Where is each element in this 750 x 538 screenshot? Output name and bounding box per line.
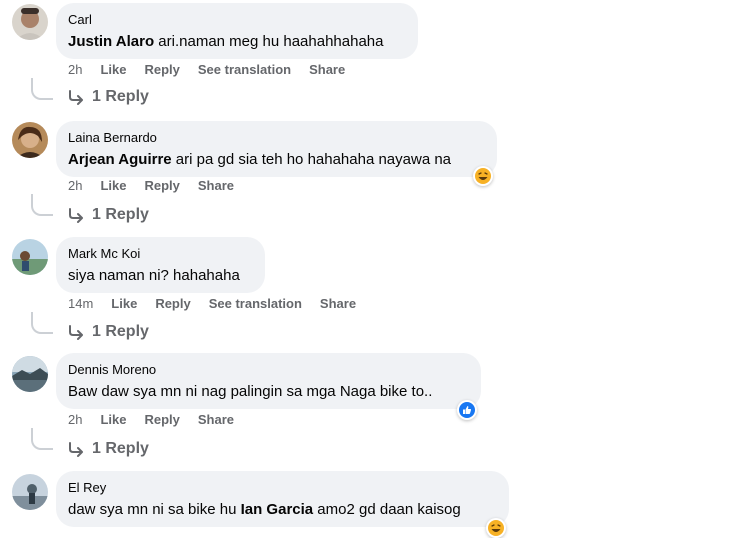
reply-arrow-icon (69, 208, 83, 223)
reply-count: 1 Reply (92, 206, 149, 223)
comment-item: Carl Justin Alaro ari.naman meg hu haaha… (0, 0, 750, 116)
like-button[interactable]: Like (100, 412, 126, 427)
mention-link[interactable]: Justin Alaro (68, 33, 154, 50)
mention-link[interactable]: Arjean Aguirre (68, 151, 172, 168)
view-replies-link[interactable]: 1 Reply (68, 88, 149, 106)
share-button[interactable]: Share (320, 296, 356, 311)
comment-author[interactable]: Carl (68, 11, 406, 29)
comment-actions: 2h Like Reply See translation Share (68, 62, 363, 77)
thread-line (31, 78, 53, 100)
comment-timestamp[interactable]: 2h (68, 62, 82, 77)
avatar[interactable] (12, 239, 48, 275)
mention-link[interactable]: Ian Garcia (241, 501, 314, 518)
comment-item: Dennis Moreno Baw daw sya mn ni nag pali… (0, 352, 750, 468)
comment-item: Mark Mc Koi siya naman ni? hahahaha 14m … (0, 235, 750, 351)
comment-bubble: Laina Bernardo Arjean Aguirre ari pa gd … (56, 121, 497, 177)
reply-button[interactable]: Reply (144, 412, 179, 427)
like-button[interactable]: Like (111, 296, 137, 311)
like-reaction-icon[interactable] (457, 400, 477, 420)
comment-item: Laina Bernardo Arjean Aguirre ari pa gd … (0, 118, 750, 234)
comment-text: daw sya mn ni sa bike hu Ian Garcia amo2… (68, 501, 461, 518)
reply-count: 1 Reply (92, 323, 149, 340)
like-button[interactable]: Like (100, 62, 126, 77)
comment-bubble: Dennis Moreno Baw daw sya mn ni nag pali… (56, 353, 481, 409)
view-replies-link[interactable]: 1 Reply (68, 440, 149, 458)
share-button[interactable]: Share (198, 412, 234, 427)
comment-item: El Rey daw sya mn ni sa bike hu Ian Garc… (0, 470, 750, 538)
reply-button[interactable]: Reply (144, 62, 179, 77)
comment-actions: 2h Like Reply Share (68, 178, 252, 193)
see-translation-button[interactable]: See translation (209, 296, 302, 311)
reply-arrow-icon (69, 442, 83, 457)
comment-actions: 2h Like Reply Share (68, 412, 252, 427)
reply-button[interactable]: Reply (144, 178, 179, 193)
thread-line (31, 428, 53, 450)
comment-text: Justin Alaro ari.naman meg hu haahahhaha… (68, 33, 384, 50)
comment-author[interactable]: El Rey (68, 479, 497, 497)
avatar[interactable] (12, 474, 48, 510)
comment-actions: 14m Like Reply See translation Share (68, 296, 374, 311)
comment-bubble: Mark Mc Koi siya naman ni? hahahaha (56, 237, 265, 293)
view-replies-link[interactable]: 1 Reply (68, 323, 149, 341)
comment-timestamp[interactable]: 14m (68, 296, 93, 311)
reply-arrow-icon (69, 325, 83, 340)
comment-timestamp[interactable]: 2h (68, 412, 82, 427)
see-translation-button[interactable]: See translation (198, 62, 291, 77)
like-button[interactable]: Like (100, 178, 126, 193)
comment-text: Arjean Aguirre ari pa gd sia teh ho haha… (68, 151, 452, 168)
reply-count: 1 Reply (92, 440, 149, 457)
view-replies-link[interactable]: 1 Reply (68, 206, 149, 224)
reply-count: 1 Reply (92, 88, 149, 105)
comment-bubble: El Rey daw sya mn ni sa bike hu Ian Garc… (56, 471, 509, 527)
comment-author[interactable]: Dennis Moreno (68, 361, 469, 379)
reply-arrow-icon (69, 90, 83, 105)
haha-reaction-icon[interactable] (473, 166, 493, 186)
share-button[interactable]: Share (198, 178, 234, 193)
comment-author[interactable]: Laina Bernardo (68, 129, 485, 147)
thread-line (31, 194, 53, 216)
avatar[interactable] (12, 4, 48, 40)
haha-reaction-icon[interactable] (486, 518, 506, 538)
avatar[interactable] (12, 122, 48, 158)
comment-timestamp[interactable]: 2h (68, 178, 82, 193)
comment-author[interactable]: Mark Mc Koi (68, 245, 253, 263)
avatar[interactable] (12, 356, 48, 392)
comment-bubble: Carl Justin Alaro ari.naman meg hu haaha… (56, 3, 418, 59)
share-button[interactable]: Share (309, 62, 345, 77)
thread-line (31, 312, 53, 334)
comment-text: Baw daw sya mn ni nag palingin sa mga Na… (68, 383, 433, 400)
reply-button[interactable]: Reply (155, 296, 190, 311)
comment-text: siya naman ni? hahahaha (68, 267, 240, 284)
